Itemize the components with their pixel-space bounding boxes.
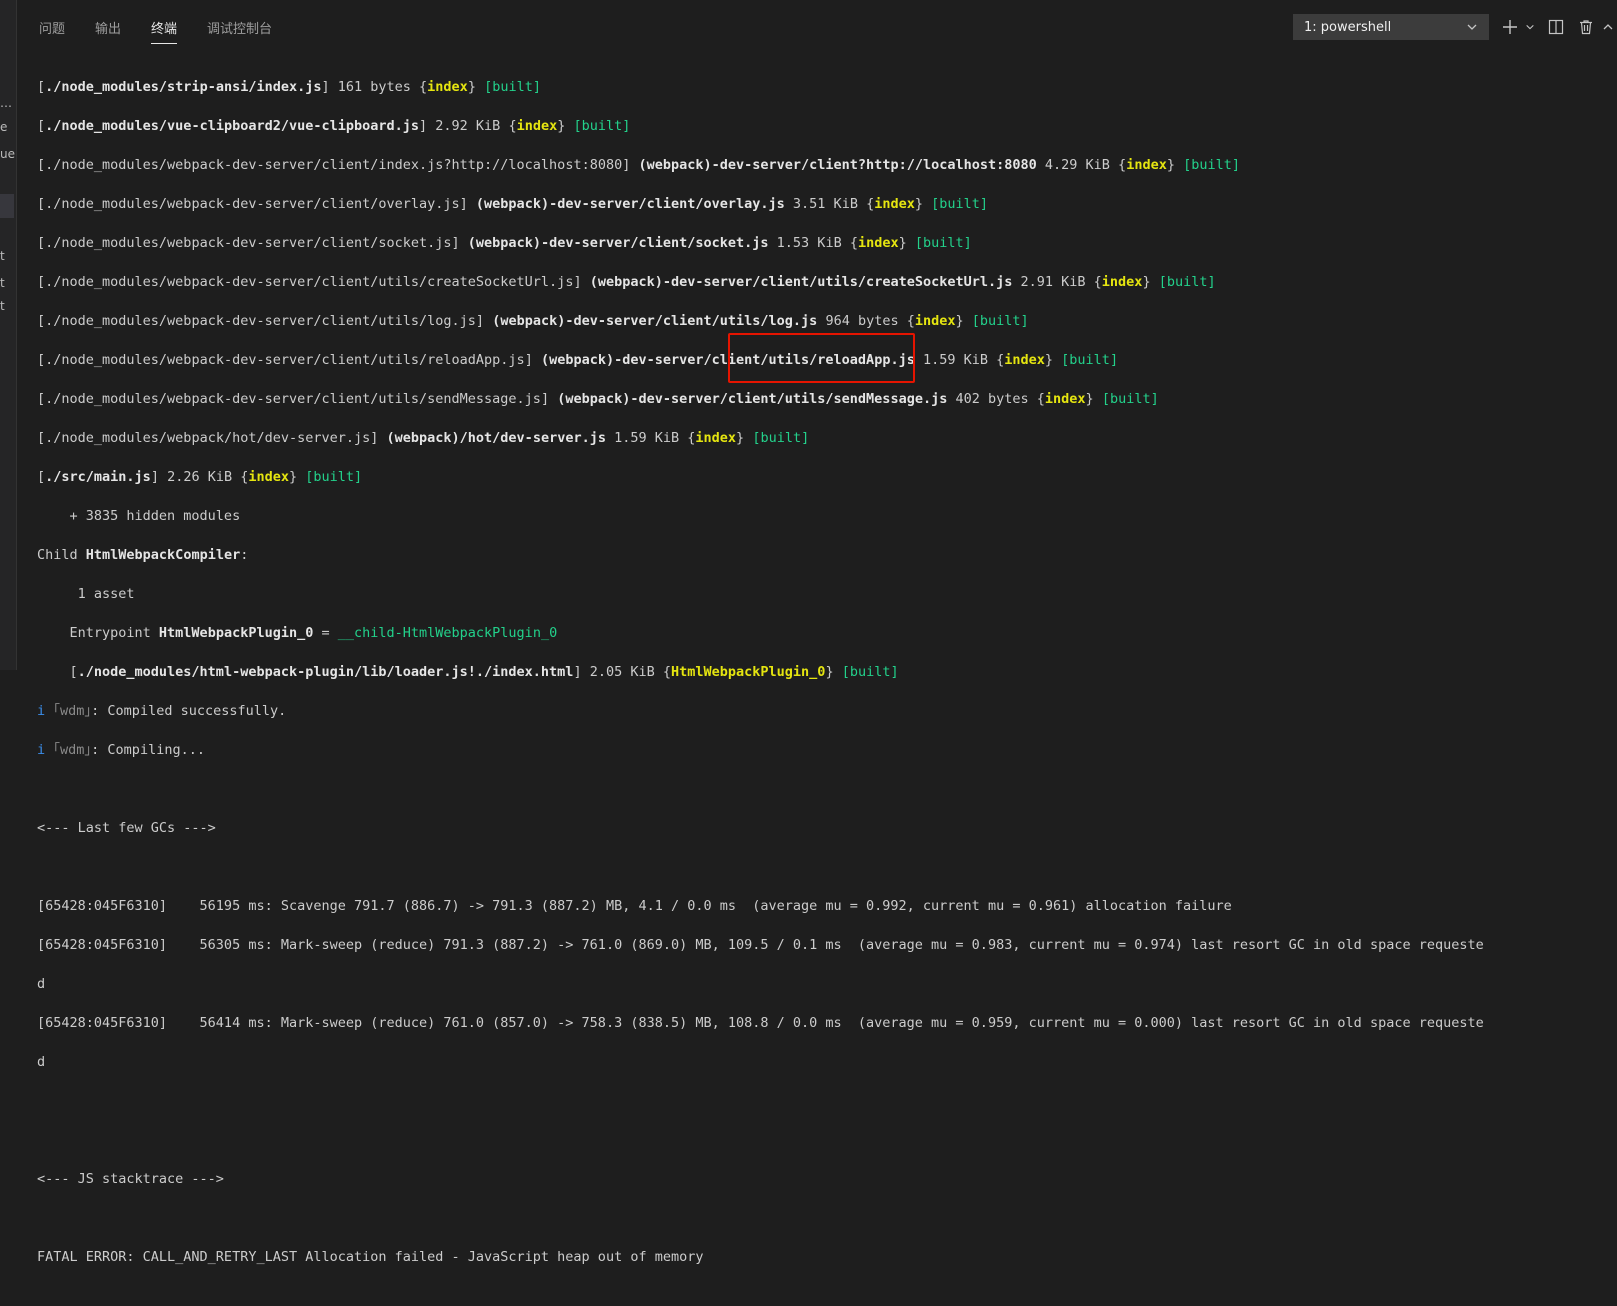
terminal-panel: 问题 输出 终端 调试控制台 1: powershell [./node_mod… — [16, 0, 1617, 1265]
terminal-line: [./node_modules/webpack/hot/dev-server.j… — [37, 429, 810, 446]
terminal-line: 1 asset — [37, 585, 135, 602]
explorer-fragment: e — [0, 120, 8, 134]
terminal-launch-profile-button[interactable] — [1523, 14, 1537, 40]
explorer-fragment: t — [0, 276, 5, 290]
explorer-strip: … e ue t t t — [0, 0, 16, 670]
terminal-line: [./node_modules/webpack-dev-server/clien… — [37, 234, 972, 251]
terminal-line: d — [37, 1053, 46, 1070]
terminal-line: i ｢wdm｣: Compiled successfully. — [37, 702, 287, 719]
tab-output[interactable]: 输出 — [95, 18, 121, 43]
kill-terminal-button[interactable] — [1573, 14, 1599, 40]
panel-more-button[interactable] — [1599, 14, 1617, 40]
explorer-fragment: ue — [0, 147, 15, 161]
highlight-box — [728, 333, 915, 383]
explorer-fragment: … — [0, 96, 12, 110]
terminal-line: d — [37, 975, 46, 992]
split-icon — [1548, 19, 1564, 35]
terminal-line: <--- Last few GCs ---> — [37, 819, 216, 836]
new-terminal-button[interactable] — [1497, 14, 1523, 40]
terminal-line: i ｢wdm｣: Compiling... — [37, 741, 205, 758]
terminal-line: [65428:045F6310] 56195 ms: Scavenge 791.… — [37, 897, 1232, 914]
terminal-line: [./node_modules/strip-ansi/index.js] 161… — [37, 78, 541, 95]
explorer-selected-row — [0, 194, 14, 218]
chevron-down-icon — [1467, 24, 1477, 30]
terminal-select-value: 1: powershell — [1304, 19, 1392, 35]
tab-problems[interactable]: 问题 — [39, 18, 65, 43]
terminal-line: [./node_modules/webpack-dev-server/clien… — [37, 312, 1029, 329]
plus-icon — [1503, 20, 1517, 34]
terminal-output[interactable]: [./node_modules/strip-ansi/index.js] 161… — [37, 58, 1617, 1306]
explorer-fragment: t — [0, 249, 5, 263]
tab-terminal[interactable]: 终端 — [151, 18, 178, 44]
terminal-line: [./src/main.js] 2.26 KiB {index} [built] — [37, 468, 363, 485]
terminal-line: Entrypoint HtmlWebpackPlugin_0 = __child… — [37, 624, 558, 641]
terminal-line: FATAL ERROR: CALL_AND_RETRY_LAST Allocat… — [37, 1248, 704, 1265]
chevron-down-icon — [1526, 24, 1534, 30]
terminal-line: [65428:045F6310] 56305 ms: Mark-sweep (r… — [37, 936, 1484, 953]
split-terminal-button[interactable] — [1543, 14, 1569, 40]
panel-actions: 1: powershell — [1293, 14, 1617, 40]
terminal-line: [65428:045F6310] 56414 ms: Mark-sweep (r… — [37, 1014, 1484, 1031]
terminal-line: [./node_modules/webpack-dev-server/clien… — [37, 195, 989, 212]
terminal-line: <--- JS stacktrace ---> — [37, 1170, 224, 1187]
terminal-line: [./node_modules/vue-clipboard2/vue-clipb… — [37, 117, 631, 134]
chevron-up-icon — [1603, 24, 1613, 30]
tab-debug-console[interactable]: 调试控制台 — [207, 18, 272, 43]
explorer-fragment: t — [0, 299, 5, 313]
terminal-line: [./node_modules/html-webpack-plugin/lib/… — [37, 663, 899, 680]
terminal-line: + 3835 hidden modules — [37, 507, 241, 524]
terminal-select[interactable]: 1: powershell — [1293, 14, 1489, 40]
terminal-line: [./node_modules/webpack-dev-server/clien… — [37, 156, 1240, 173]
terminal-line: Child HtmlWebpackCompiler: — [37, 546, 249, 563]
terminal-line: [./node_modules/webpack-dev-server/clien… — [37, 390, 1159, 407]
terminal-line: [./node_modules/webpack-dev-server/clien… — [37, 273, 1216, 290]
trash-icon — [1580, 20, 1592, 35]
